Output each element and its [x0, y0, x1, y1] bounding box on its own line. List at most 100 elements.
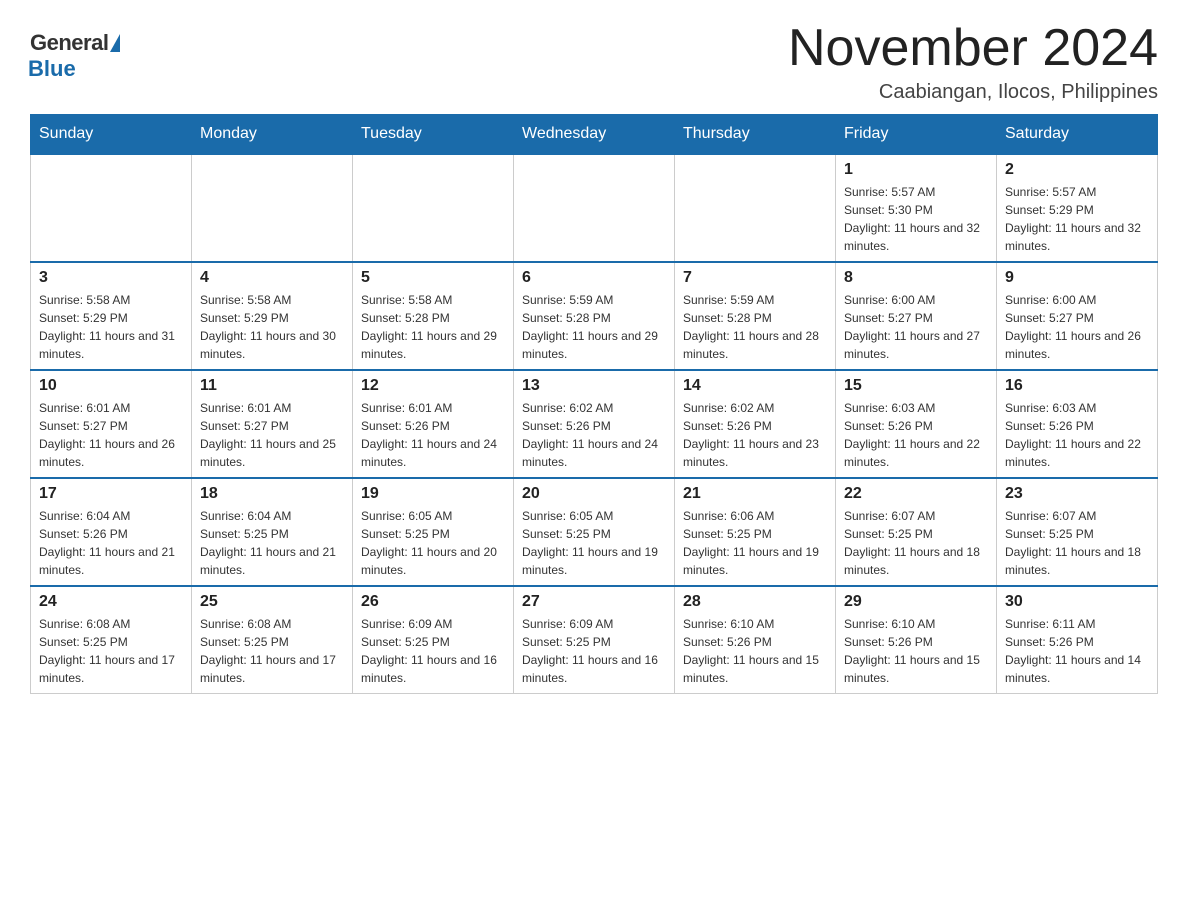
calendar-week-row: 1 Sunrise: 5:57 AMSunset: 5:30 PMDaylight… [31, 154, 1158, 262]
day-number: 19 [361, 485, 505, 503]
day-info: Sunrise: 6:11 AMSunset: 5:26 PMDaylight:… [1005, 615, 1149, 687]
logo: General Blue [30, 20, 120, 82]
day-info: Sunrise: 6:09 AMSunset: 5:25 PMDaylight:… [361, 615, 505, 687]
calendar-cell: 13Sunrise: 6:02 AMSunset: 5:26 PMDayligh… [514, 370, 675, 478]
title-section: November 2024 Caabiangan, Ilocos, Philip… [788, 20, 1158, 104]
calendar-cell: 9 Sunrise: 6:00 AMSunset: 5:27 PMDaylight… [997, 262, 1158, 370]
weekday-header-tuesday: Tuesday [353, 115, 514, 155]
calendar-table: SundayMondayTuesdayWednesdayThursdayFrid… [30, 114, 1158, 694]
calendar-cell: 14Sunrise: 6:02 AMSunset: 5:26 PMDayligh… [675, 370, 836, 478]
calendar-cell [675, 154, 836, 262]
weekday-header-friday: Friday [836, 115, 997, 155]
day-info: Sunrise: 5:58 AMSunset: 5:28 PMDaylight:… [361, 291, 505, 363]
day-info: Sunrise: 6:02 AMSunset: 5:26 PMDaylight:… [683, 399, 827, 471]
logo-blue-text: Blue [28, 56, 76, 82]
calendar-cell [192, 154, 353, 262]
day-info: Sunrise: 6:04 AMSunset: 5:26 PMDaylight:… [39, 507, 183, 579]
calendar-cell: 22Sunrise: 6:07 AMSunset: 5:25 PMDayligh… [836, 478, 997, 586]
calendar-cell: 16 Sunrise: 6:03 AMSunset: 5:26 PMDayligh… [997, 370, 1158, 478]
weekday-header-wednesday: Wednesday [514, 115, 675, 155]
calendar-cell: 5Sunrise: 5:58 AMSunset: 5:28 PMDaylight… [353, 262, 514, 370]
day-number: 28 [683, 593, 827, 611]
calendar-cell: 24 Sunrise: 6:08 AMSunset: 5:25 PMDayligh… [31, 586, 192, 694]
day-number: 24 [39, 593, 183, 611]
day-info: Sunrise: 5:57 AMSunset: 5:30 PMDaylight:… [844, 183, 988, 255]
calendar-cell: 8Sunrise: 6:00 AMSunset: 5:27 PMDaylight… [836, 262, 997, 370]
day-number: 18 [200, 485, 344, 503]
calendar-week-row: 17Sunrise: 6:04 AMSunset: 5:26 PMDayligh… [31, 478, 1158, 586]
day-number: 10 [39, 377, 183, 395]
day-info: Sunrise: 6:01 AMSunset: 5:26 PMDaylight:… [361, 399, 505, 471]
calendar-cell: 10 Sunrise: 6:01 AMSunset: 5:27 PMDayligh… [31, 370, 192, 478]
day-info: Sunrise: 6:02 AMSunset: 5:26 PMDaylight:… [522, 399, 666, 471]
weekday-header-thursday: Thursday [675, 115, 836, 155]
day-info: Sunrise: 6:04 AMSunset: 5:25 PMDaylight:… [200, 507, 344, 579]
day-info: Sunrise: 6:10 AMSunset: 5:26 PMDaylight:… [844, 615, 988, 687]
calendar-cell [353, 154, 514, 262]
calendar-week-row: 3 Sunrise: 5:58 AMSunset: 5:29 PMDaylight… [31, 262, 1158, 370]
day-number: 21 [683, 485, 827, 503]
day-info: Sunrise: 6:03 AMSunset: 5:26 PMDaylight:… [844, 399, 988, 471]
day-info: Sunrise: 6:01 AMSunset: 5:27 PMDaylight:… [200, 399, 344, 471]
calendar-cell: 15 Sunrise: 6:03 AMSunset: 5:26 PMDayligh… [836, 370, 997, 478]
day-number: 30 [1005, 593, 1149, 611]
day-info: Sunrise: 5:59 AMSunset: 5:28 PMDaylight:… [522, 291, 666, 363]
day-number: 2 [1005, 161, 1149, 179]
day-info: Sunrise: 6:08 AMSunset: 5:25 PMDaylight:… [39, 615, 183, 687]
day-info: Sunrise: 6:06 AMSunset: 5:25 PMDaylight:… [683, 507, 827, 579]
calendar-cell: 1 Sunrise: 5:57 AMSunset: 5:30 PMDaylight… [836, 154, 997, 262]
calendar-cell: 2 Sunrise: 5:57 AMSunset: 5:29 PMDaylight… [997, 154, 1158, 262]
weekday-header-saturday: Saturday [997, 115, 1158, 155]
day-info: Sunrise: 5:57 AMSunset: 5:29 PMDaylight:… [1005, 183, 1149, 255]
day-info: Sunrise: 6:07 AMSunset: 5:25 PMDaylight:… [844, 507, 988, 579]
calendar-cell: 17Sunrise: 6:04 AMSunset: 5:26 PMDayligh… [31, 478, 192, 586]
calendar-cell [514, 154, 675, 262]
calendar-cell: 12 Sunrise: 6:01 AMSunset: 5:26 PMDayligh… [353, 370, 514, 478]
day-info: Sunrise: 6:09 AMSunset: 5:25 PMDaylight:… [522, 615, 666, 687]
day-info: Sunrise: 6:03 AMSunset: 5:26 PMDaylight:… [1005, 399, 1149, 471]
calendar-cell: 30 Sunrise: 6:11 AMSunset: 5:26 PMDayligh… [997, 586, 1158, 694]
day-info: Sunrise: 6:01 AMSunset: 5:27 PMDaylight:… [39, 399, 183, 471]
weekday-header-sunday: Sunday [31, 115, 192, 155]
calendar-cell: 11 Sunrise: 6:01 AMSunset: 5:27 PMDayligh… [192, 370, 353, 478]
calendar-cell [31, 154, 192, 262]
weekday-header-monday: Monday [192, 115, 353, 155]
calendar-cell: 27 Sunrise: 6:09 AMSunset: 5:25 PMDayligh… [514, 586, 675, 694]
page-header: General Blue November 2024 Caabiangan, I… [30, 20, 1158, 104]
day-number: 11 [200, 377, 344, 395]
calendar-cell: 28 Sunrise: 6:10 AMSunset: 5:26 PMDayligh… [675, 586, 836, 694]
day-number: 6 [522, 269, 666, 287]
day-number: 23 [1005, 485, 1149, 503]
day-info: Sunrise: 6:05 AMSunset: 5:25 PMDaylight:… [361, 507, 505, 579]
day-number: 12 [361, 377, 505, 395]
day-info: Sunrise: 5:59 AMSunset: 5:28 PMDaylight:… [683, 291, 827, 363]
logo-general-text: General [30, 30, 108, 56]
day-number: 1 [844, 161, 988, 179]
day-info: Sunrise: 5:58 AMSunset: 5:29 PMDaylight:… [200, 291, 344, 363]
day-number: 26 [361, 593, 505, 611]
calendar-cell: 7Sunrise: 5:59 AMSunset: 5:28 PMDaylight… [675, 262, 836, 370]
weekday-header-row: SundayMondayTuesdayWednesdayThursdayFrid… [31, 115, 1158, 155]
day-info: Sunrise: 6:00 AMSunset: 5:27 PMDaylight:… [1005, 291, 1149, 363]
day-number: 16 [1005, 377, 1149, 395]
month-title: November 2024 [788, 20, 1158, 77]
calendar-cell: 20Sunrise: 6:05 AMSunset: 5:25 PMDayligh… [514, 478, 675, 586]
calendar-week-row: 24 Sunrise: 6:08 AMSunset: 5:25 PMDayligh… [31, 586, 1158, 694]
day-info: Sunrise: 6:08 AMSunset: 5:25 PMDaylight:… [200, 615, 344, 687]
calendar-week-row: 10 Sunrise: 6:01 AMSunset: 5:27 PMDayligh… [31, 370, 1158, 478]
day-info: Sunrise: 6:07 AMSunset: 5:25 PMDaylight:… [1005, 507, 1149, 579]
day-number: 15 [844, 377, 988, 395]
logo-triangle-icon [110, 34, 120, 52]
calendar-cell: 3 Sunrise: 5:58 AMSunset: 5:29 PMDaylight… [31, 262, 192, 370]
day-info: Sunrise: 6:10 AMSunset: 5:26 PMDaylight:… [683, 615, 827, 687]
calendar-cell: 21 Sunrise: 6:06 AMSunset: 5:25 PMDayligh… [675, 478, 836, 586]
day-number: 27 [522, 593, 666, 611]
day-info: Sunrise: 6:05 AMSunset: 5:25 PMDaylight:… [522, 507, 666, 579]
calendar-cell: 4Sunrise: 5:58 AMSunset: 5:29 PMDaylight… [192, 262, 353, 370]
day-info: Sunrise: 5:58 AMSunset: 5:29 PMDaylight:… [39, 291, 183, 363]
day-number: 9 [1005, 269, 1149, 287]
day-number: 29 [844, 593, 988, 611]
calendar-cell: 26 Sunrise: 6:09 AMSunset: 5:25 PMDayligh… [353, 586, 514, 694]
day-number: 3 [39, 269, 183, 287]
day-info: Sunrise: 6:00 AMSunset: 5:27 PMDaylight:… [844, 291, 988, 363]
